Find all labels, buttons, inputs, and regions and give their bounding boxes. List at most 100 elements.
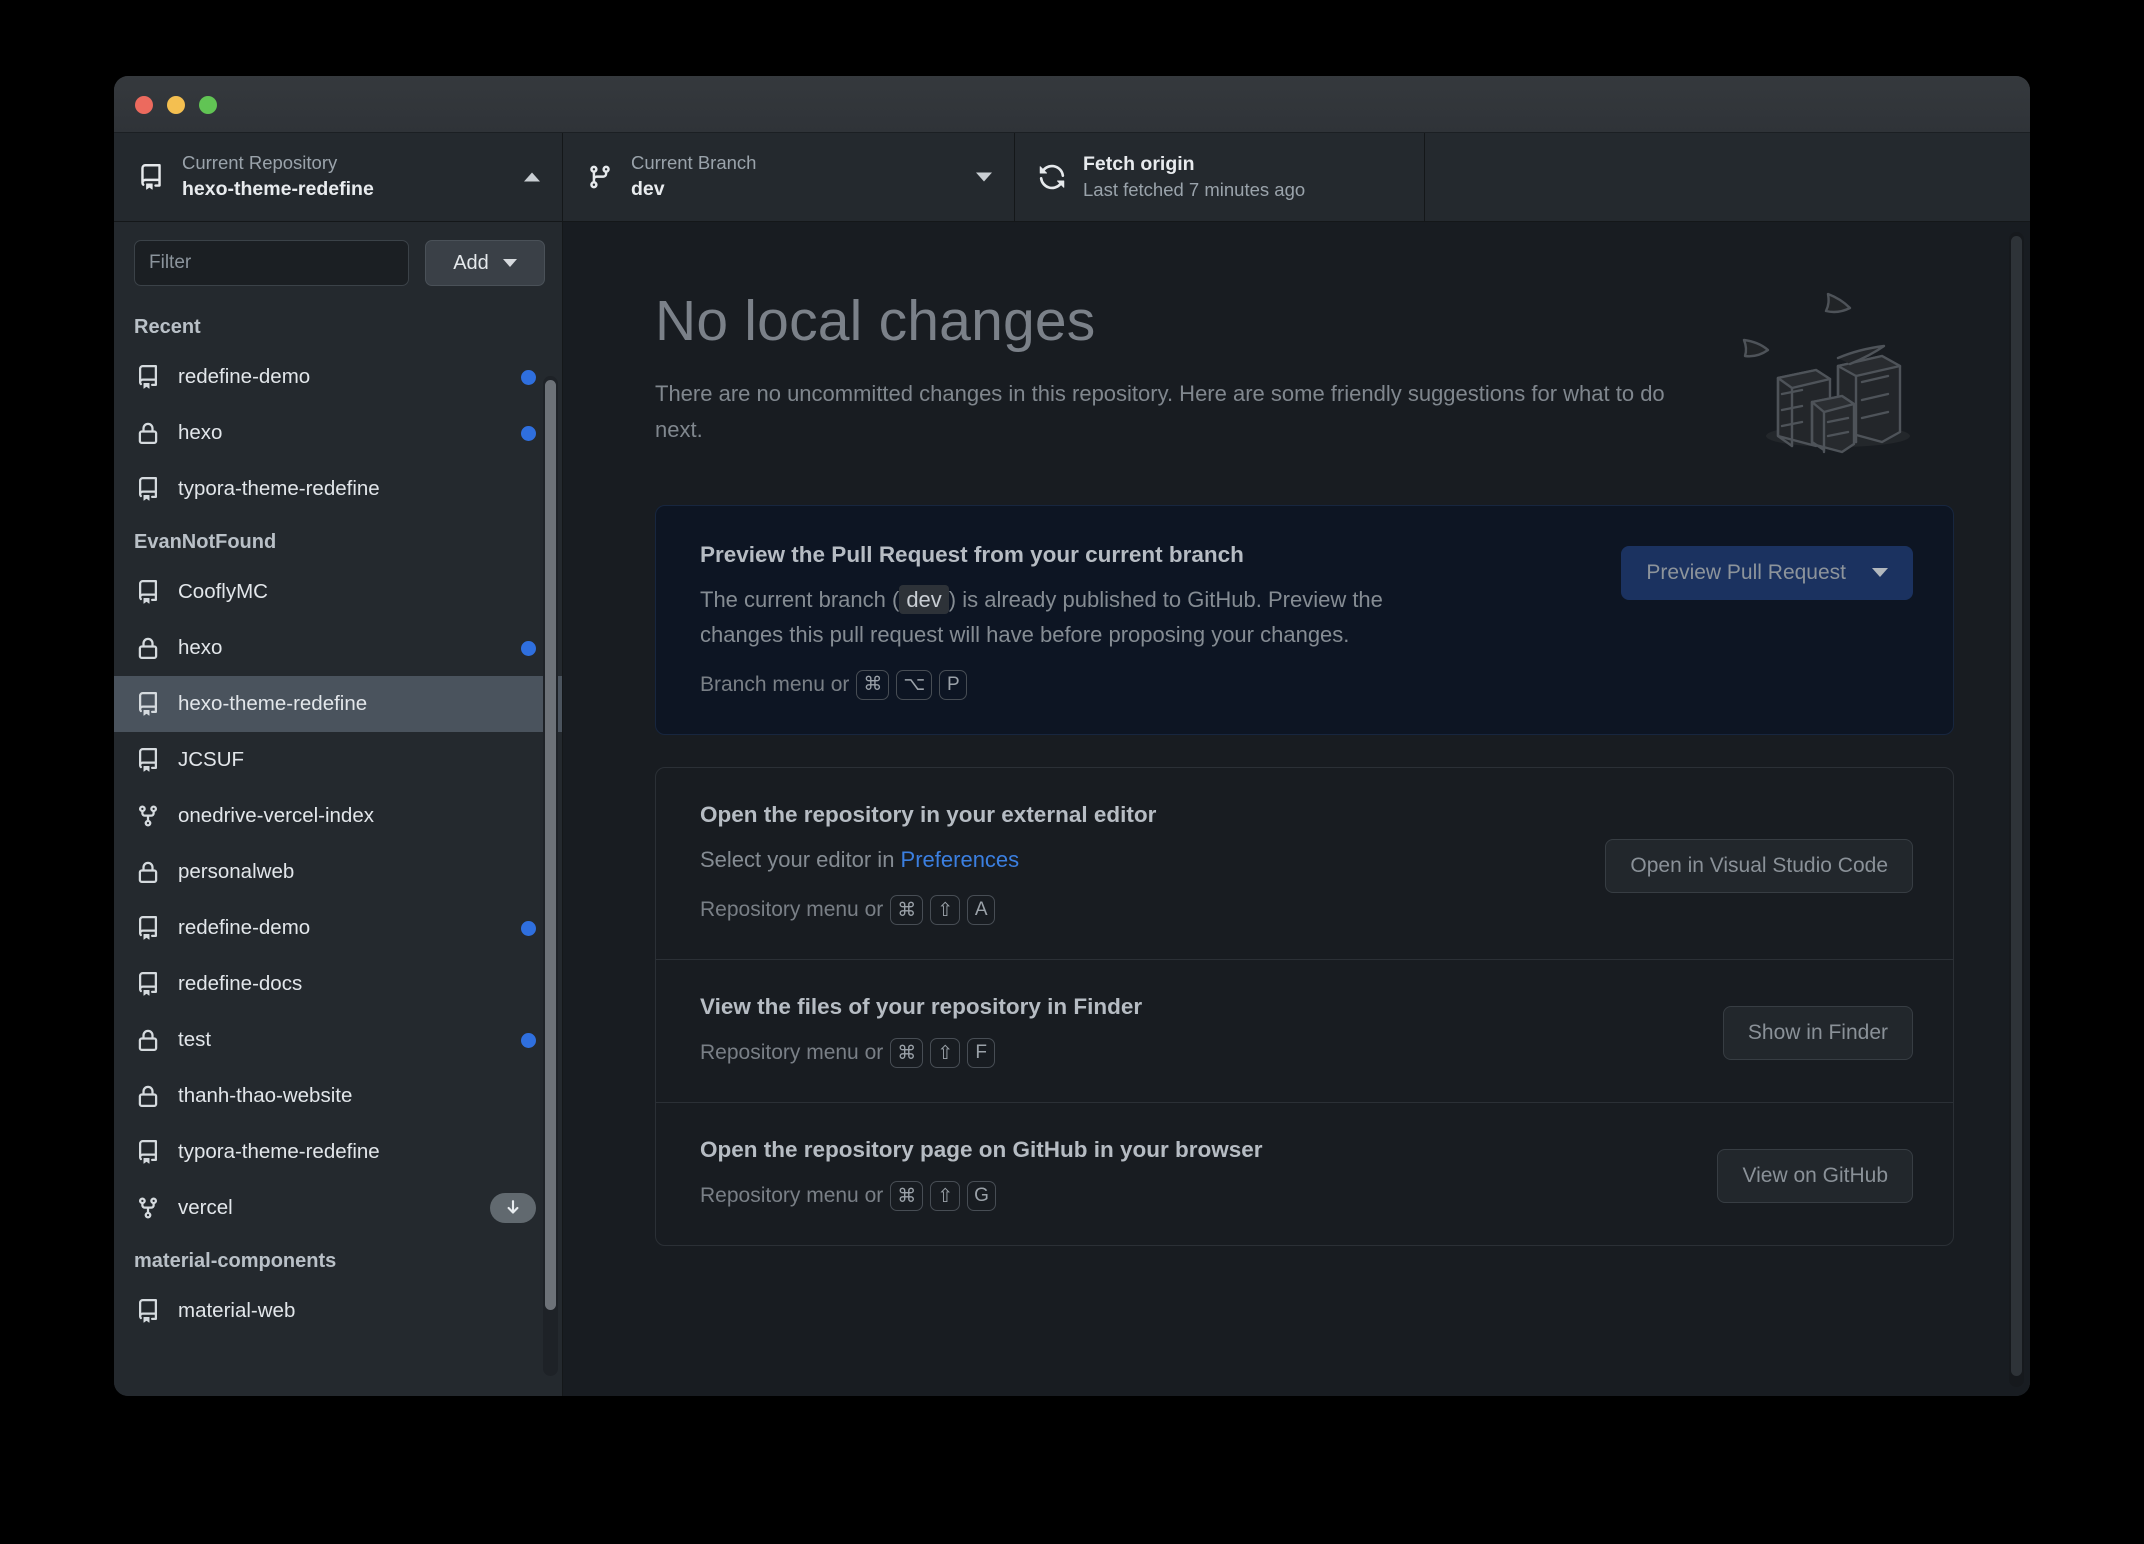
repo-list-item[interactable]: hexo-theme-redefine (114, 676, 562, 732)
repo-list-item[interactable]: thanh-thao-website (114, 1068, 562, 1124)
suggestion-action-button[interactable]: Show in Finder (1722, 1006, 1913, 1061)
app-toolbar: Current Repository hexo-theme-redefine C… (114, 133, 2030, 222)
repo-item-label: typora-theme-redefine (178, 477, 380, 500)
lock-icon (134, 860, 162, 884)
repo-list-item[interactable]: CooflyMC (114, 564, 562, 620)
fork-icon (134, 804, 162, 828)
suggestion-title: Open the repository in your external edi… (700, 801, 1157, 827)
repository-list[interactable]: Recent redefine-demo hexo typora-theme-rede… (114, 302, 562, 1396)
chevron-down-icon (976, 172, 992, 182)
add-repository-button[interactable]: Add (425, 240, 545, 286)
chevron-down-icon (502, 259, 517, 267)
repo-list-item[interactable]: typora-theme-redefine (114, 461, 562, 517)
main-scrollbar[interactable] (2009, 232, 2024, 1387)
window-titlebar (114, 76, 2030, 133)
suggestion-menu-label: Repository menu or (700, 1041, 884, 1065)
git-branch-icon (585, 164, 615, 190)
repo-list-item[interactable]: redefine-demo (114, 349, 562, 405)
preview-pull-request-button[interactable]: Preview Pull Request (1621, 545, 1913, 600)
repo-icon (134, 972, 162, 996)
suggestion-action-button[interactable]: Open in Visual Studio Code (1605, 838, 1913, 893)
repo-icon (134, 916, 162, 940)
repo-list-item[interactable]: hexo (114, 620, 562, 676)
suggestion-shortcut-row: Repository menu or ⌘ ⇧ G (700, 1181, 1687, 1212)
repo-item-label: onedrive-vercel-index (178, 804, 374, 827)
page-subtitle: There are no uncommitted changes in this… (655, 381, 1665, 443)
branch-chip: dev (899, 584, 949, 614)
repo-item-label: hexo-theme-redefine (178, 692, 368, 715)
current-branch-dropdown[interactable]: Current Branch dev (563, 133, 1015, 221)
repo-item-label: redefine-docs (178, 972, 303, 995)
suggestion-row: Open the repository page on GitHub in yo… (656, 1103, 1953, 1245)
repo-list-item[interactable]: typora-theme-redefine (114, 1124, 562, 1180)
repo-list-item[interactable]: personalweb (114, 844, 562, 900)
filter-input[interactable] (134, 240, 409, 286)
repo-item-label: thanh-thao-website (178, 1084, 353, 1107)
kbd-command-icon: ⌘ (890, 1181, 924, 1212)
repo-icon (134, 580, 162, 604)
repo-group-header: Recent (134, 316, 201, 338)
suggestion-action-button[interactable]: View on GitHub (1717, 1149, 1913, 1204)
pr-card-shortcut-row: Branch menu or ⌘ ⌥ P (700, 669, 1591, 700)
repository-sidebar: Add Recent redefine-demo hexo typora-theme-… (114, 222, 563, 1396)
current-repository-dropdown[interactable]: Current Repository hexo-theme-redefine (114, 133, 563, 221)
pr-card-description: The current branch (dev) is already publ… (700, 582, 1460, 652)
zoom-button[interactable] (199, 96, 217, 114)
repo-icon (134, 365, 162, 389)
repo-list-item[interactable]: material-web (114, 1283, 562, 1339)
kbd-shift-icon: ⇧ (930, 1038, 961, 1069)
suggestion-description: Select your editor in Preferences (700, 842, 1460, 877)
kbd-key-p: P (939, 669, 968, 700)
suggestion-title: Open the repository page on GitHub in yo… (700, 1137, 1263, 1163)
lock-icon (134, 636, 162, 660)
repo-list-item[interactable]: JCSUF (114, 732, 562, 788)
repo-list-item[interactable]: redefine-docs (114, 956, 562, 1012)
close-button[interactable] (135, 96, 153, 114)
repo-item-label: hexo (178, 636, 223, 659)
lock-icon (134, 421, 162, 445)
repo-list-item[interactable]: vercel (114, 1180, 562, 1236)
download-icon (490, 1193, 536, 1223)
main-content: No local changes There are no uncommitte… (563, 222, 2030, 1396)
sidebar-scrollbar[interactable] (543, 376, 558, 1376)
repo-item-label: test (178, 1028, 212, 1051)
current-repository-value: hexo-theme-redefine (182, 178, 374, 201)
repo-item-label: CooflyMC (178, 580, 268, 603)
suggestion-row: View the files of your repository in Fin… (656, 960, 1953, 1104)
repo-list-item[interactable]: onedrive-vercel-index (114, 788, 562, 844)
suggestion-list: Open the repository in your external edi… (655, 766, 1954, 1247)
kbd-command-icon: ⌘ (856, 669, 890, 700)
minimize-button[interactable] (167, 96, 185, 114)
sync-icon (1037, 163, 1067, 191)
suggestion-title: View the files of your repository in Fin… (700, 994, 1143, 1020)
repo-item-label: typora-theme-redefine (178, 1140, 380, 1163)
sidebar-scrollbar-thumb[interactable] (545, 380, 556, 1310)
suggestion-menu-label: Repository menu or (700, 1184, 884, 1208)
suggestion-shortcut-row: Repository menu or ⌘ ⇧ A (700, 895, 1575, 926)
repo-icon (134, 1299, 162, 1323)
suggestion-action-label: Open in Visual Studio Code (1630, 853, 1888, 877)
preview-pull-request-card: Preview the Pull Request from your curre… (655, 504, 1954, 735)
main-scrollbar-thumb[interactable] (2011, 236, 2022, 1376)
repo-icon (134, 1140, 162, 1164)
kbd-command-icon: ⌘ (890, 1038, 924, 1069)
current-branch-value: dev (631, 178, 665, 201)
kbd-option-icon: ⌥ (896, 669, 933, 700)
suggestion-action-label: Show in Finder (1747, 1021, 1888, 1045)
preferences-link[interactable]: Preferences (901, 847, 1020, 872)
repo-list-item[interactable]: test (114, 1012, 562, 1068)
add-button-label: Add (453, 251, 489, 274)
chevron-down-icon (1872, 568, 1888, 578)
kbd-shift-icon: ⇧ (930, 895, 961, 926)
sidebar-filter-row: Add (114, 222, 562, 302)
suggestion-shortcut-row: Repository menu or ⌘ ⇧ F (700, 1038, 1693, 1069)
kbd-key-g: G (967, 1181, 996, 1212)
fetch-origin-button[interactable]: Fetch origin Last fetched 7 minutes ago (1015, 133, 1425, 221)
unread-changes-dot (521, 425, 536, 441)
repo-item-label: hexo (178, 421, 223, 444)
lock-icon (134, 1028, 162, 1052)
repo-list-item[interactable]: hexo (114, 405, 562, 461)
repo-list-item[interactable]: redefine-demo (114, 900, 562, 956)
suggestion-menu-label: Repository menu or (700, 898, 884, 922)
